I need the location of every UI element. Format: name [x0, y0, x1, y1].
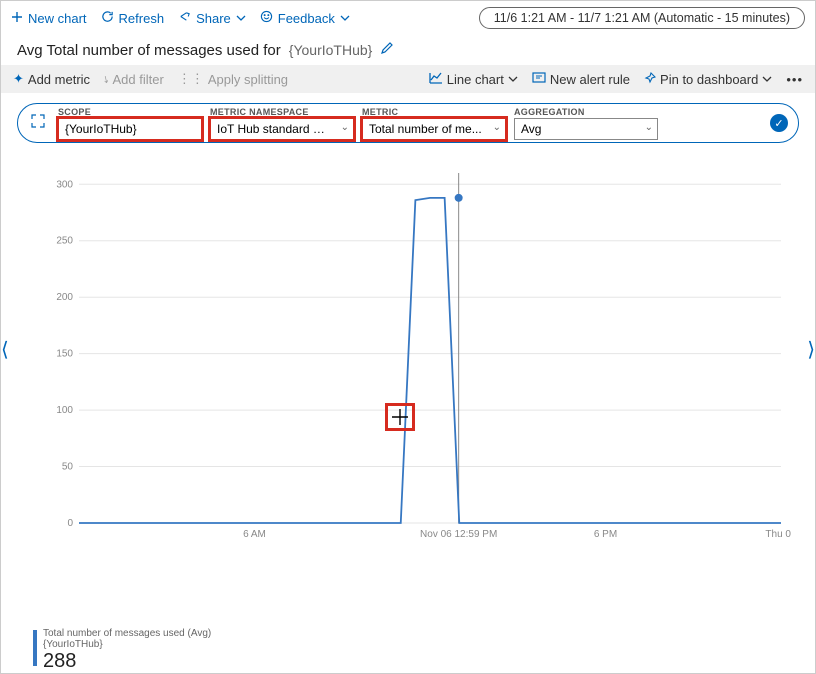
- metric-selector-row: SCOPE {YourIoTHub} METRIC NAMESPACE IoT …: [1, 103, 815, 143]
- new-alert-rule-button[interactable]: New alert rule: [532, 72, 630, 87]
- refresh-icon: [101, 10, 114, 26]
- legend-source: {YourIoTHub}: [43, 639, 211, 650]
- alert-icon: [532, 72, 546, 87]
- refresh-label: Refresh: [119, 11, 165, 26]
- svg-text:Nov 06 12:59 PM: Nov 06 12:59 PM: [420, 529, 497, 540]
- legend-value: 288: [43, 650, 211, 673]
- chevron-down-icon: [508, 72, 518, 87]
- plus-icon: [11, 11, 23, 26]
- chart-type-dropdown[interactable]: Line chart: [429, 72, 518, 87]
- chart-title-row: Avg Total number of messages used for {Y…: [1, 35, 815, 65]
- svg-text:Thu 07: Thu 07: [765, 529, 791, 540]
- chart-area[interactable]: 0 50 100 150 200 250 300 6 AM Nov 06 12:59 PM 6 P…: [51, 163, 805, 563]
- metric-selector-pill: SCOPE {YourIoTHub} METRIC NAMESPACE IoT …: [17, 103, 799, 143]
- chart-toolbar: ✦ Add metric ⭏ Add filter ⋮⋮ Apply split…: [1, 65, 815, 93]
- svg-text:250: 250: [56, 236, 73, 247]
- chart-legend[interactable]: Total number of messages used (Avg) {You…: [33, 628, 211, 673]
- share-label: Share: [196, 11, 231, 26]
- chart-title-scope: {YourIoTHub}: [289, 42, 373, 58]
- svg-text:100: 100: [56, 405, 73, 416]
- svg-text:150: 150: [56, 349, 73, 360]
- top-command-bar: New chart Refresh Share Feedback 11/6 1:…: [1, 1, 815, 35]
- share-button[interactable]: Share: [178, 10, 246, 26]
- line-chart-icon: [429, 72, 443, 87]
- chevron-down-icon: [340, 11, 350, 26]
- aggregation-value: Avg: [521, 122, 541, 136]
- scope-label: SCOPE: [58, 107, 202, 117]
- edit-title-icon[interactable]: [380, 41, 394, 59]
- pin-label: Pin to dashboard: [660, 72, 758, 87]
- more-button[interactable]: •••: [786, 72, 803, 87]
- time-range-picker[interactable]: 11/6 1:21 AM - 11/7 1:21 AM (Automatic -…: [479, 7, 805, 29]
- chevron-down-icon: ⌄: [493, 122, 501, 133]
- legend-color-bar: [33, 630, 37, 666]
- metric-selector[interactable]: METRIC Total number of me... ⌄: [362, 107, 506, 140]
- metric-label: METRIC: [362, 107, 506, 117]
- chart-title: Avg Total number of messages used for: [17, 42, 281, 59]
- apply-splitting-label: Apply splitting: [208, 72, 288, 87]
- new-chart-label: New chart: [28, 11, 87, 26]
- split-icon: ⋮⋮: [178, 71, 204, 87]
- filter-icon: ⭏: [104, 71, 108, 87]
- scope-selector[interactable]: SCOPE {YourIoTHub}: [58, 107, 202, 140]
- legend-series-label: Total number of messages used (Avg): [43, 628, 211, 639]
- svg-text:6 AM: 6 AM: [243, 529, 266, 540]
- namespace-selector[interactable]: METRIC NAMESPACE IoT Hub standard m... ⌄: [210, 107, 354, 140]
- svg-text:6 PM: 6 PM: [594, 529, 617, 540]
- chevron-down-icon: ⌄: [645, 122, 653, 133]
- svg-text:50: 50: [62, 462, 74, 473]
- add-filter-button[interactable]: ⭏ Add filter: [104, 71, 164, 87]
- expand-icon[interactable]: [30, 113, 46, 134]
- add-metric-label: Add metric: [28, 72, 90, 87]
- aggregation-label: AGGREGATION: [514, 107, 658, 117]
- metric-value: Total number of me...: [369, 122, 482, 136]
- pin-icon: [644, 72, 656, 87]
- new-alert-label: New alert rule: [550, 72, 630, 87]
- chevron-down-icon: [236, 11, 246, 26]
- add-metric-button[interactable]: ✦ Add metric: [13, 71, 90, 87]
- svg-text:200: 200: [56, 292, 73, 303]
- refresh-button[interactable]: Refresh: [101, 10, 165, 26]
- aggregation-selector[interactable]: AGGREGATION Avg ⌄: [514, 107, 658, 140]
- chevron-down-icon: ⌄: [341, 122, 349, 133]
- line-chart[interactable]: 0 50 100 150 200 250 300 6 AM Nov 06 12:59 PM 6 P…: [51, 163, 791, 563]
- pin-to-dashboard-button[interactable]: Pin to dashboard: [644, 72, 772, 87]
- namespace-label: METRIC NAMESPACE: [210, 107, 354, 117]
- crosshair-cursor: [388, 406, 412, 428]
- apply-splitting-button[interactable]: ⋮⋮ Apply splitting: [178, 71, 288, 87]
- svg-text:300: 300: [56, 179, 73, 190]
- scope-value: {YourIoTHub}: [65, 122, 137, 136]
- share-icon: [178, 10, 191, 26]
- prev-chart-arrow[interactable]: ⟨: [1, 337, 9, 362]
- new-chart-button[interactable]: New chart: [11, 11, 87, 26]
- chart-type-label: Line chart: [447, 72, 504, 87]
- confirm-check-icon[interactable]: ✓: [770, 114, 788, 132]
- add-filter-label: Add filter: [113, 72, 164, 87]
- chevron-down-icon: [762, 72, 772, 87]
- next-chart-arrow[interactable]: ⟩: [807, 337, 815, 362]
- smiley-icon: [260, 10, 273, 26]
- feedback-button[interactable]: Feedback: [260, 10, 350, 26]
- add-metric-icon: ✦: [13, 71, 24, 87]
- namespace-value: IoT Hub standard m...: [217, 122, 333, 136]
- svg-text:0: 0: [67, 518, 73, 529]
- feedback-label: Feedback: [278, 11, 335, 26]
